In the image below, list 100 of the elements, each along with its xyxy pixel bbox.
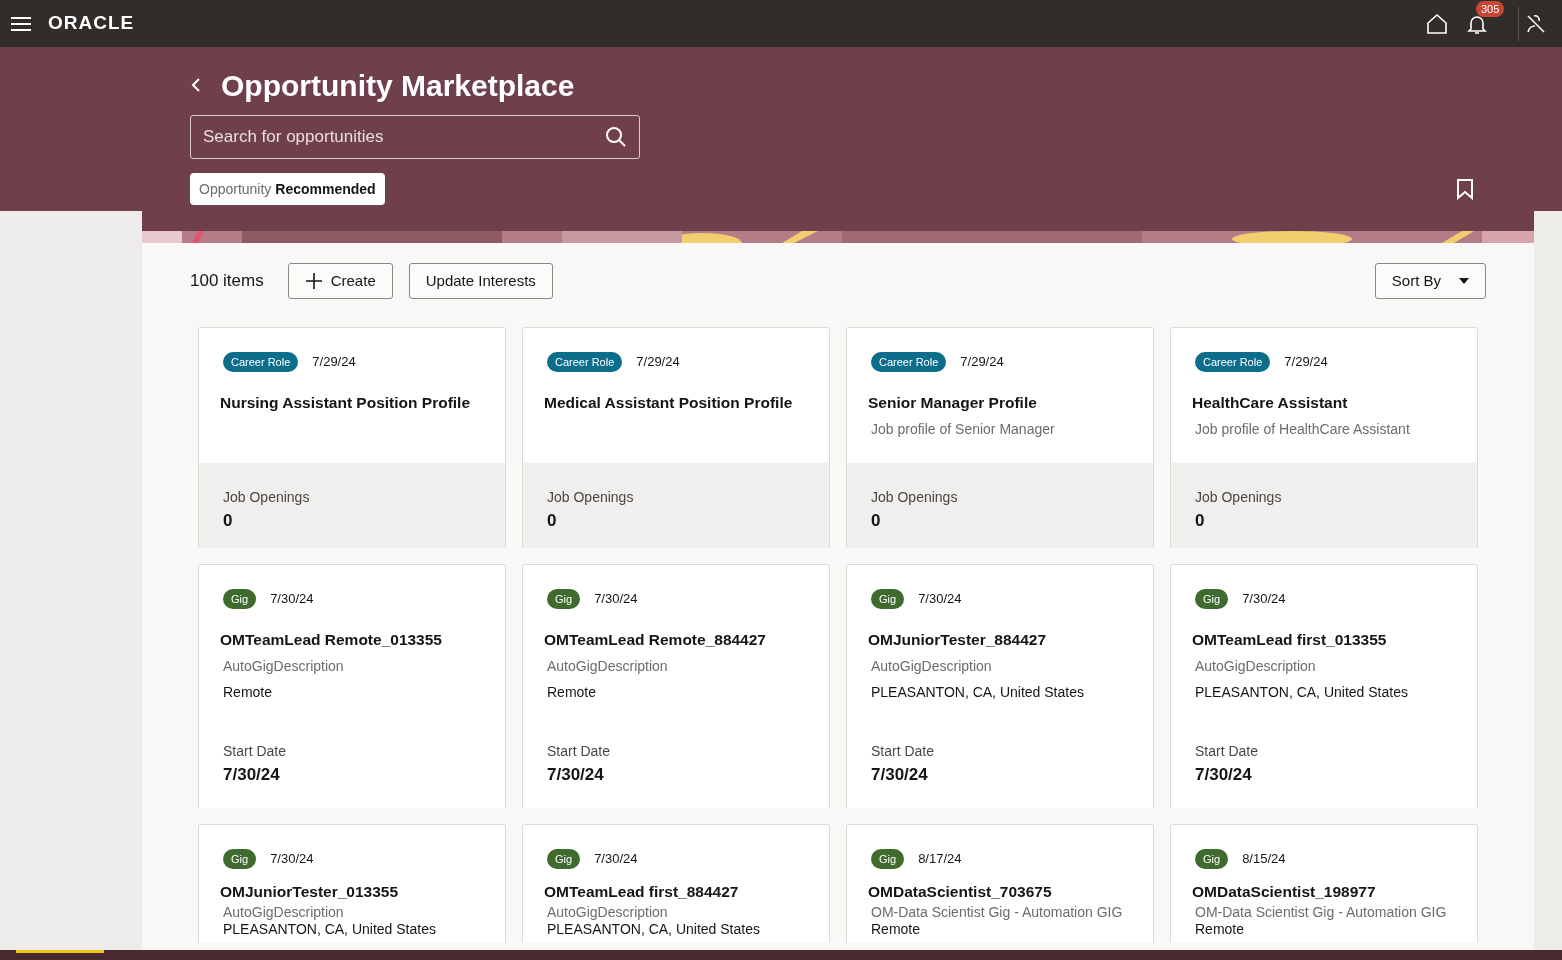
opportunity-card[interactable]: Career Role 7/29/24 HealthCare Assistant Job profile of HealthCare Assistant Job Openings 0 [1170, 327, 1478, 548]
card-title: OMTeamLead first_884427 [544, 882, 740, 902]
filter-chip[interactable]: Opportunity Recommended [190, 173, 385, 205]
card-location: PLEASANTON, CA, United States [1195, 683, 1409, 702]
user-icon[interactable] [1525, 13, 1546, 34]
card-description: Job profile of HealthCare Assistant [1195, 420, 1411, 439]
card-title: Nursing Assistant Position Profile [220, 393, 472, 413]
card-description: AutoGigDescription [547, 657, 669, 676]
opportunity-card[interactable]: Gig 8/17/24 OMDataScientist_703675 OM-Data Scientist Gig - Automation GIG Remote [846, 824, 1154, 943]
posted-date: 7/29/24 [312, 353, 356, 372]
category-tag: Gig [547, 589, 581, 609]
field-value: 7/30/24 [871, 764, 929, 786]
field-label: Job Openings [547, 488, 635, 507]
opportunity-card[interactable]: Gig 7/30/24 OMTeamLead first_013355 AutoGigDescription PLEASANTON, CA, United States Start Date 7/30/24 [1170, 564, 1478, 808]
field-label: Start Date [547, 742, 612, 761]
category-tag: Career Role [547, 352, 623, 372]
card-description: AutoGigDescription [223, 904, 345, 921]
opportunity-card[interactable]: Career Role 7/29/24 Medical Assistant Position Profile Job Openings 0 [522, 327, 830, 548]
search-field[interactable]: Search for opportunities [190, 115, 640, 159]
field-label: Job Openings [223, 488, 311, 507]
card-title: Senior Manager Profile [868, 393, 1038, 413]
search-icon[interactable] [605, 126, 627, 148]
card-location: Remote [871, 921, 922, 937]
item-count: 100 items [190, 270, 264, 293]
opportunity-card[interactable]: Gig 7/30/24 OMJuniorTester_884427 AutoGigDescription PLEASANTON, CA, United States Start Date 7/30/24 [846, 564, 1154, 808]
field-label: Job Openings [871, 488, 959, 507]
card-description: OM-Data Scientist Gig - Automation GIG [1195, 904, 1448, 921]
category-tag: Career Role [871, 352, 947, 372]
posted-date: 7/30/24 [1242, 590, 1286, 609]
card-description: AutoGigDescription [871, 657, 993, 676]
posted-date: 7/30/24 [594, 850, 638, 869]
posted-date: 7/29/24 [1284, 353, 1328, 372]
category-tag: Career Role [1195, 352, 1271, 372]
posted-date: 7/30/24 [270, 590, 314, 609]
opportunity-card[interactable]: Gig 8/15/24 OMDataScientist_198977 OM-Data Scientist Gig - Automation GIG Remote [1170, 824, 1478, 943]
posted-date: 7/30/24 [918, 590, 962, 609]
create-button[interactable]: Create [287, 263, 393, 299]
card-title: OMDataScientist_198977 [1192, 882, 1377, 902]
card-location: Remote [1195, 921, 1246, 937]
opportunity-card[interactable]: Career Role 7/29/24 Nursing Assistant Position Profile Job Openings 0 [198, 327, 506, 548]
posted-date: 7/30/24 [594, 590, 638, 609]
field-value: 7/30/24 [547, 764, 605, 786]
opportunity-card[interactable]: Gig 7/30/24 OMTeamLead Remote_884427 AutoGigDescription Remote Start Date 7/30/24 [522, 564, 830, 808]
sort-dropdown[interactable]: Sort By [1374, 263, 1486, 299]
card-title: Medical Assistant Position Profile [544, 393, 794, 413]
card-title: OMDataScientist_703675 [868, 882, 1053, 902]
category-tag: Career Role [223, 352, 299, 372]
back-icon[interactable] [190, 77, 202, 93]
card-title: OMTeamLead Remote_013355 [220, 630, 443, 650]
category-tag: Gig [871, 589, 905, 609]
posted-date: 7/30/24 [270, 850, 314, 869]
category-tag: Gig [1195, 849, 1229, 869]
card-description: OM-Data Scientist Gig - Automation GIG [871, 904, 1124, 921]
posted-date: 7/29/24 [636, 353, 680, 372]
card-title: OMTeamLead first_013355 [1192, 630, 1388, 650]
field-value: 0 [871, 510, 882, 532]
card-description: AutoGigDescription [547, 904, 669, 921]
card-description: AutoGigDescription [1195, 657, 1317, 676]
field-value: 7/30/24 [1195, 764, 1253, 786]
card-location: PLEASANTON, CA, United States [871, 683, 1085, 702]
opportunity-card[interactable]: Gig 7/30/24 OMTeamLead first_884427 AutoGigDescription PLEASANTON, CA, United States [522, 824, 830, 943]
card-location: PLEASANTON, CA, United States [223, 921, 437, 937]
card-title: HealthCare Assistant [1192, 393, 1349, 413]
field-value: 7/30/24 [223, 764, 281, 786]
card-location: Remote [223, 683, 274, 702]
category-tag: Gig [1195, 589, 1229, 609]
field-label: Job Openings [1195, 488, 1283, 507]
search-input[interactable]: Search for opportunities [203, 124, 605, 150]
card-title: OMTeamLead Remote_884427 [544, 630, 767, 650]
logo[interactable]: ORACLE [48, 9, 135, 38]
card-title: OMJuniorTester_884427 [868, 630, 1048, 650]
card-location: Remote [547, 683, 598, 702]
card-description: AutoGigDescription [223, 657, 345, 676]
bookmark-icon[interactable] [1456, 178, 1474, 200]
page-title: Opportunity Marketplace [221, 67, 575, 104]
field-value: 0 [223, 510, 234, 532]
notification-badge: 305 [1476, 0, 1505, 17]
posted-date: 8/17/24 [918, 850, 962, 869]
caret-icon [1459, 278, 1469, 284]
field-value: 0 [1195, 510, 1206, 532]
category-tag: Gig [223, 589, 257, 609]
plus-icon [304, 272, 323, 290]
field-label: Start Date [871, 742, 936, 761]
category-tag: Gig [223, 849, 257, 869]
category-tag: Gig [547, 849, 581, 869]
opportunity-card[interactable]: Career Role 7/29/24 Senior Manager Profile Job profile of Senior Manager Job Openings 0 [846, 327, 1154, 548]
card-description: Job profile of Senior Manager [871, 420, 1056, 439]
category-tag: Gig [871, 849, 905, 869]
posted-date: 8/15/24 [1242, 850, 1286, 869]
card-location: PLEASANTON, CA, United States [547, 921, 761, 937]
posted-date: 7/29/24 [960, 353, 1004, 372]
opportunity-card[interactable]: Gig 7/30/24 OMTeamLead Remote_013355 AutoGigDescription Remote Start Date 7/30/24 [198, 564, 506, 808]
home-icon[interactable] [1426, 12, 1448, 35]
update-interests-button[interactable]: Update Interests [408, 263, 553, 299]
menu-icon[interactable] [10, 15, 32, 32]
opportunity-card[interactable]: Gig 7/30/24 OMJuniorTester_013355 AutoGigDescription PLEASANTON, CA, United States [198, 824, 506, 943]
field-label: Start Date [223, 742, 288, 761]
field-value: 0 [547, 510, 558, 532]
card-title: OMJuniorTester_013355 [220, 882, 400, 902]
field-label: Start Date [1195, 742, 1260, 761]
